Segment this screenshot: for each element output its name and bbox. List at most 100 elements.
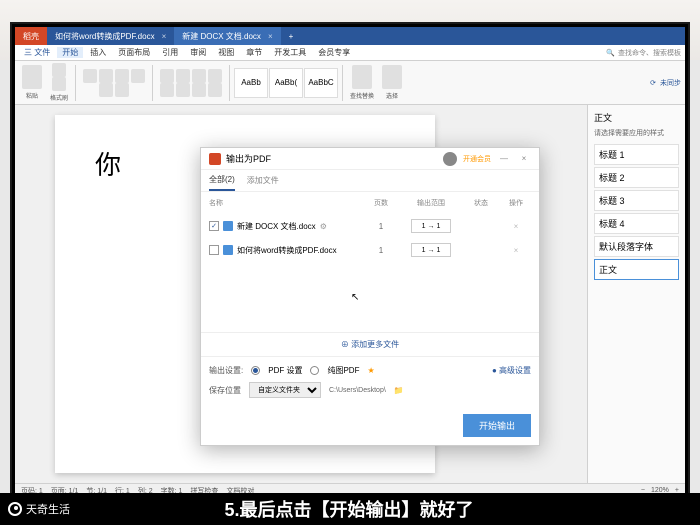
italic-icon[interactable] — [99, 69, 113, 83]
app-tab-wps[interactable]: 稻壳 — [15, 27, 47, 45]
close-icon[interactable]: × — [517, 154, 531, 163]
advanced-settings-link[interactable]: ● 高级设置 — [492, 365, 531, 376]
paste-label: 粘贴 — [26, 91, 38, 100]
col-status: 状态 — [461, 198, 501, 208]
menu-devtools[interactable]: 开发工具 — [269, 47, 311, 58]
dialog-title: 输出为PDF — [226, 152, 271, 165]
select-label: 选择 — [386, 91, 398, 100]
paste-icon[interactable] — [22, 65, 42, 89]
file-name: 新建 DOCX 文档.docx — [237, 221, 316, 232]
file-checkbox[interactable] — [209, 221, 219, 231]
menu-home[interactable]: 开始 — [57, 47, 83, 58]
window-titlebar: 稻壳 如何将word转换成PDF.docx × 新建 DOCX 文档.docx … — [15, 27, 685, 45]
menu-insert[interactable]: 插入 — [85, 47, 111, 58]
range-input[interactable] — [411, 243, 451, 257]
indent-dec-icon[interactable] — [192, 69, 206, 83]
side-panel-title: 正文 — [594, 111, 679, 124]
save-location-select[interactable]: 自定义文件夹 — [249, 382, 321, 398]
style-heading1[interactable]: AaBb( — [269, 68, 303, 98]
export-pdf-dialog: 输出为PDF 开通会员 — × 全部(2) 添加文件 名称 页数 输出范围 状态… — [200, 147, 540, 446]
menu-file[interactable]: 三 文件 — [19, 47, 55, 58]
style-heading2[interactable]: AaBbC — [304, 68, 338, 98]
save-location-label: 保存位置 — [209, 385, 241, 396]
radio-image-pdf-label: 纯图PDF — [327, 365, 359, 376]
doc-tab-2[interactable]: 新建 DOCX 文档.docx × — [174, 27, 280, 45]
side-style-default[interactable]: 默认段落字体 — [594, 236, 679, 257]
output-setting-label: 输出设置: — [209, 365, 243, 376]
side-style-h1[interactable]: 标题 1 — [594, 144, 679, 165]
doc-tab-label: 新建 DOCX 文档.docx — [182, 31, 261, 42]
bullet-list-icon[interactable] — [160, 69, 174, 83]
new-tab[interactable]: + — [281, 27, 302, 45]
save-path: C:\Users\Desktop\ — [329, 387, 386, 394]
pdf-icon — [209, 153, 221, 165]
side-style-h3[interactable]: 标题 3 — [594, 190, 679, 211]
folder-icon[interactable]: 📁 — [394, 386, 404, 395]
align-justify-icon[interactable] — [208, 83, 222, 97]
side-style-h4[interactable]: 标题 4 — [594, 213, 679, 234]
highlight-icon[interactable] — [99, 83, 113, 97]
ribbon-toolbar: 粘贴 格式刷 — [15, 61, 685, 105]
start-export-button[interactable]: 开始输出 — [463, 414, 531, 437]
gear-icon[interactable]: ⚙ — [320, 222, 327, 231]
style-normal[interactable]: AaBb — [234, 68, 268, 98]
select-icon[interactable] — [382, 65, 402, 89]
indent-inc-icon[interactable] — [208, 69, 222, 83]
numbered-list-icon[interactable] — [176, 69, 190, 83]
col-range: 输出范围 — [401, 198, 461, 208]
dialog-tab-add[interactable]: 添加文件 — [247, 171, 279, 190]
file-checkbox[interactable] — [209, 245, 219, 255]
menu-review[interactable]: 审阅 — [185, 47, 211, 58]
add-files-button[interactable]: ⊕ 添加更多文件 — [201, 332, 539, 357]
close-icon[interactable]: × — [268, 32, 273, 41]
remove-file-icon[interactable]: × — [501, 222, 531, 231]
dialog-tab-all[interactable]: 全部(2) — [209, 170, 235, 191]
col-action: 操作 — [501, 198, 531, 208]
vip-link[interactable]: 开通会员 — [463, 154, 491, 164]
file-name: 如何将word转换成PDF.docx — [237, 245, 337, 256]
col-pages: 页数 — [361, 198, 401, 208]
menu-layout[interactable]: 页面布局 — [113, 47, 155, 58]
strike-icon[interactable] — [131, 69, 145, 83]
col-name: 名称 — [209, 198, 361, 208]
underline-icon[interactable] — [115, 69, 129, 83]
menu-references[interactable]: 引用 — [157, 47, 183, 58]
logo-icon — [8, 502, 22, 516]
cut-icon[interactable] — [52, 63, 66, 77]
cursor-icon: ↖ — [351, 292, 359, 303]
file-pages: 1 — [361, 246, 401, 255]
radio-pdf[interactable] — [251, 366, 260, 375]
menu-vip[interactable]: 会员专享 — [313, 47, 355, 58]
find-icon[interactable] — [352, 65, 372, 89]
menu-section[interactable]: 章节 — [241, 47, 267, 58]
sync-icon[interactable]: ⟳ — [650, 79, 656, 87]
radio-image-pdf[interactable] — [310, 366, 319, 375]
file-pages: 1 — [361, 222, 401, 231]
side-style-h2[interactable]: 标题 2 — [594, 167, 679, 188]
range-input[interactable] — [411, 219, 451, 233]
doc-tab-1[interactable]: 如何将word转换成PDF.docx × — [47, 27, 174, 45]
sync-label: 未同步 — [660, 78, 681, 88]
align-center-icon[interactable] — [176, 83, 190, 97]
bold-icon[interactable] — [83, 69, 97, 83]
brand-logo: 天奇生活 — [0, 501, 78, 517]
doc-tab-label: 如何将word转换成PDF.docx — [55, 31, 155, 42]
file-row: 新建 DOCX 文档.docx ⚙ 1 × — [201, 214, 539, 238]
font-color-icon[interactable] — [115, 83, 129, 97]
search-icon: 🔍 — [606, 49, 615, 57]
style-gallery[interactable]: AaBb AaBb( AaBbC — [234, 68, 338, 98]
avatar[interactable] — [443, 152, 457, 166]
menu-view[interactable]: 视图 — [213, 47, 239, 58]
format-painter-label: 格式刷 — [50, 93, 68, 102]
search-placeholder: 查找命令、搜索模板 — [618, 48, 681, 58]
side-style-body[interactable]: 正文 — [594, 259, 679, 280]
styles-side-panel: 正文 请选择需要应用的样式 标题 1 标题 2 标题 3 标题 4 默认段落字体… — [587, 105, 685, 483]
close-icon[interactable]: × — [162, 32, 167, 41]
copy-icon[interactable] — [52, 77, 66, 91]
command-search[interactable]: 🔍 查找命令、搜索模板 — [606, 48, 681, 58]
remove-file-icon[interactable]: × — [501, 246, 531, 255]
minimize-icon[interactable]: — — [497, 154, 511, 163]
radio-pdf-label: PDF 设置 — [268, 365, 302, 376]
align-left-icon[interactable] — [160, 83, 174, 97]
align-right-icon[interactable] — [192, 83, 206, 97]
